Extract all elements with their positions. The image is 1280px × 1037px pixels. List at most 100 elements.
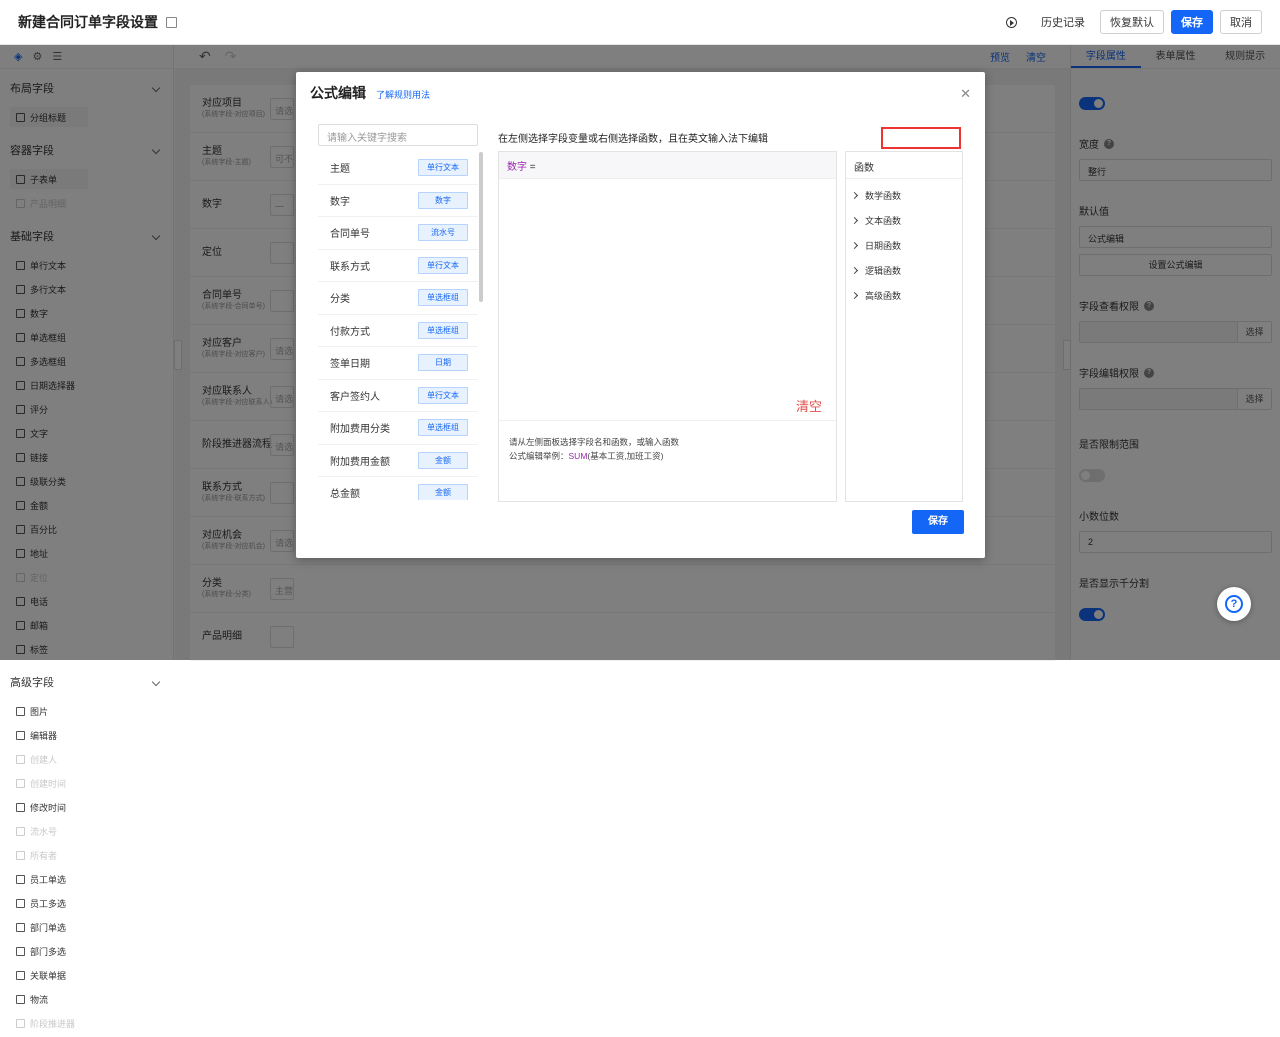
function-category[interactable]: 日期函数	[846, 233, 962, 258]
top-bar: 新建合同订单字段设置 历史记录 恢复默认 保存 取消	[0, 0, 1280, 45]
field-type-icon	[16, 1018, 25, 1028]
field-type-item[interactable]: 流水号	[10, 821, 88, 841]
field-type-item[interactable]: 所有者	[10, 845, 88, 865]
field-type-label: 物流	[30, 994, 49, 1005]
field-type-icon	[16, 946, 25, 956]
close-icon[interactable]: ✕	[960, 86, 971, 102]
field-variable-name: 合同单号	[330, 229, 370, 241]
field-type-label: 修改时间	[30, 802, 67, 813]
formula-help: 请从左侧面板选择字段名和函数，或输入函数 公式编辑举例：SUM(基本工资,加班工…	[499, 420, 836, 502]
field-type-tag: 单行文本	[418, 159, 468, 177]
field-variable-item[interactable]: 分类 单选框组	[318, 282, 478, 315]
field-type-label: 图片	[30, 706, 49, 717]
field-type-label: 流水号	[30, 826, 58, 837]
field-type-icon	[16, 994, 25, 1004]
field-type-label: 编辑器	[30, 730, 58, 741]
field-type-label: 部门单选	[30, 922, 67, 933]
cancel-button[interactable]: 取消	[1220, 10, 1262, 34]
field-type-item[interactable]: 阶段推进器	[10, 1013, 88, 1033]
field-group-title: 高级字段	[10, 677, 54, 689]
page-title: 新建合同订单字段设置	[18, 14, 158, 30]
rules-help-link[interactable]: 了解规则用法	[376, 88, 430, 101]
field-type-label: 员工单选	[30, 874, 67, 885]
field-variable-item[interactable]: 数字 数字	[318, 185, 478, 217]
field-type-tag: 日期	[418, 354, 468, 372]
field-variable-name: 分类	[330, 294, 350, 306]
field-type-item[interactable]: 修改时间	[10, 797, 88, 817]
function-category[interactable]: 高级函数	[846, 283, 962, 308]
formula-editor-modal: 公式编辑 了解规则用法 ✕ 请输入关键字搜索 主题 单行文本 数字 数字 合同单号 流水号…	[296, 72, 985, 558]
field-type-item[interactable]: 部门单选	[10, 917, 88, 937]
clear-formula-button[interactable]: 清空	[796, 396, 822, 415]
field-type-item[interactable]: 物流	[10, 989, 88, 1009]
field-type-tag: 单选框组	[418, 321, 468, 339]
chevron-right-icon	[850, 216, 859, 225]
field-type-item[interactable]: 员工单选	[10, 869, 88, 889]
function-category[interactable]: 文本函数	[846, 208, 962, 233]
field-variable-item[interactable]: 客户签约人 单行文本	[318, 380, 478, 412]
chevron-right-icon	[850, 291, 859, 300]
field-type-item[interactable]: 编辑器	[10, 725, 88, 745]
field-variable-item[interactable]: 付款方式 单选框组	[318, 315, 478, 347]
field-type-icon	[16, 898, 25, 908]
field-variable-name: 附加费用分类	[330, 424, 390, 436]
field-variable-item[interactable]: 联系方式 单行文本	[318, 250, 478, 282]
field-type-icon	[16, 826, 25, 836]
modal-save-button[interactable]: 保存	[912, 510, 964, 534]
chevron-down-icon	[151, 677, 161, 687]
function-category[interactable]: 逻辑函数	[846, 258, 962, 283]
field-type-icon	[16, 754, 25, 764]
field-type-label: 创建时间	[30, 778, 67, 789]
formula-editor[interactable]: 数字 = 清空 请从左侧面板选择字段名和函数，或输入函数 公式编辑举例：SUM(…	[498, 151, 837, 502]
field-group-header[interactable]: 高级字段	[10, 663, 163, 701]
question-icon: ?	[1225, 595, 1243, 613]
field-variable-item[interactable]: 总金额 金额	[318, 477, 478, 500]
field-type-tag: 单行文本	[418, 386, 468, 404]
field-type-label: 阶段推进器	[30, 1018, 76, 1029]
chevron-right-icon	[850, 241, 859, 250]
field-type-item[interactable]: 创建时间	[10, 773, 88, 793]
function-category[interactable]: 数学函数	[846, 183, 962, 208]
help-fab[interactable]: ?	[1217, 587, 1251, 621]
field-variable-name: 客户签约人	[330, 391, 380, 403]
field-variable-item[interactable]: 签单日期 日期	[318, 347, 478, 380]
field-type-item[interactable]: 部门多选	[10, 941, 88, 961]
modal-title: 公式编辑	[310, 85, 366, 101]
field-variable-name: 签单日期	[330, 359, 370, 371]
field-type-item[interactable]: 关联单据	[10, 965, 88, 985]
field-type-icon	[16, 802, 25, 812]
field-type-label: 部门多选	[30, 946, 67, 957]
field-variable-item[interactable]: 合同单号 流水号	[318, 217, 478, 250]
field-type-tag: 单选框组	[418, 289, 468, 307]
field-type-item[interactable]: 员工多选	[10, 893, 88, 913]
field-type-tag: 金额	[418, 451, 468, 469]
field-type-tag: 金额	[418, 484, 468, 500]
field-list-scrollbar[interactable]	[479, 152, 483, 302]
layout-icon[interactable]	[166, 16, 177, 28]
field-type-tag: 流水号	[418, 224, 468, 242]
field-variable-item[interactable]: 附加费用分类 单选框组	[318, 412, 478, 445]
field-type-icon	[16, 850, 25, 860]
field-list: 主题 单行文本 数字 数字 合同单号 流水号 联系方式 单行文本 分类 单选框组 付款方式 单选框组签…	[318, 152, 478, 500]
field-variable-name: 附加费用金额	[330, 456, 390, 468]
field-search-input[interactable]: 请输入关键字搜索	[318, 124, 478, 146]
field-type-item[interactable]: 图片	[10, 701, 88, 721]
chevron-right-icon	[850, 191, 859, 200]
restore-default-button[interactable]: 恢复默认	[1100, 10, 1164, 34]
highlight-box	[881, 127, 961, 149]
field-variable-item[interactable]: 附加费用金额 金额	[318, 445, 478, 477]
field-type-item[interactable]: 创建人	[10, 749, 88, 769]
field-variable-item[interactable]: 主题 单行文本	[318, 152, 478, 185]
formula-equals: =	[529, 162, 536, 173]
field-type-label: 创建人	[30, 754, 58, 765]
field-type-label: 员工多选	[30, 898, 67, 909]
function-header: 函数	[846, 152, 962, 179]
field-variable-name: 付款方式	[330, 326, 370, 338]
save-button[interactable]: 保存	[1171, 10, 1213, 34]
field-variable-name: 主题	[330, 164, 350, 176]
field-variable-name: 总金额	[330, 489, 360, 500]
field-type-label: 关联单据	[30, 970, 67, 981]
chevron-right-icon	[850, 266, 859, 275]
formula-variable: 数字	[507, 162, 527, 173]
history-button[interactable]: 历史记录	[1006, 14, 1085, 30]
